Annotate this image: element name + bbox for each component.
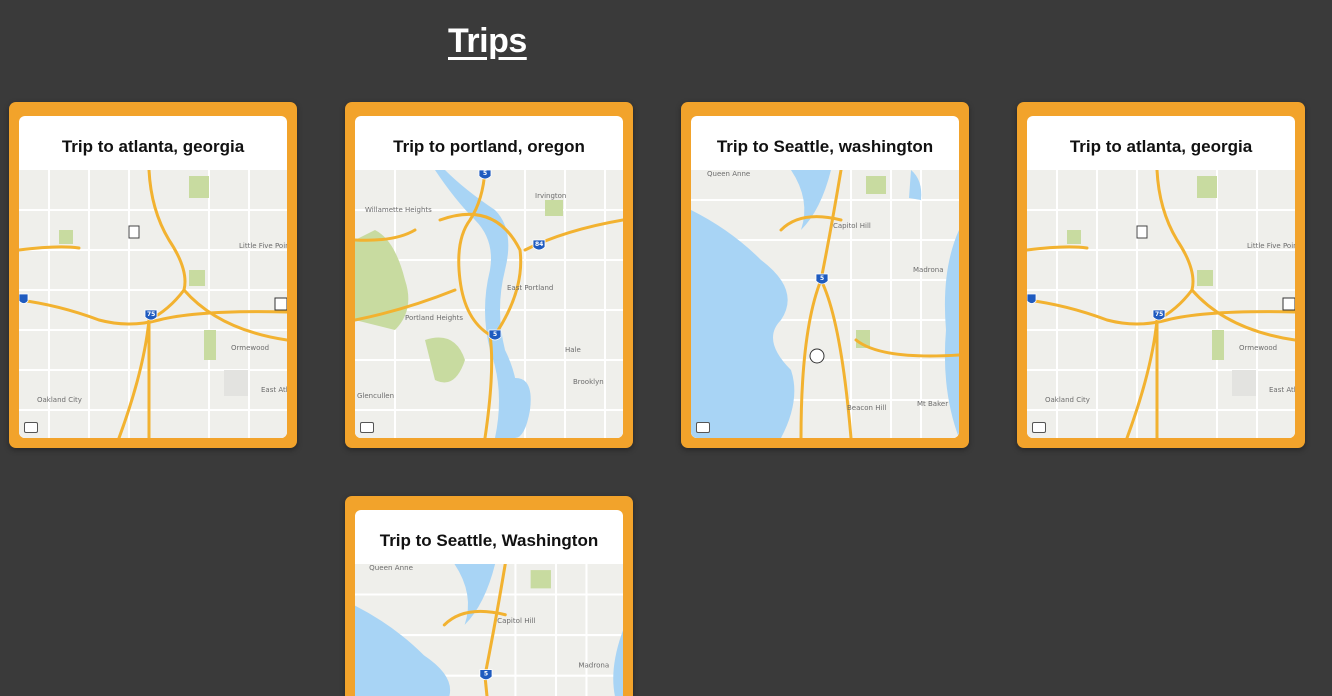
map-graphic: 5 84 5 Willamette Heights Irvington East… (355, 170, 623, 438)
svg-text:Mt Baker: Mt Baker (917, 400, 948, 408)
svg-text:Portland Heights: Portland Heights (405, 314, 463, 322)
trip-card-body: Trip to Seattle, washington 5 Queen Anne… (691, 116, 959, 438)
svg-text:Little Five Points: Little Five Points (239, 242, 287, 250)
trip-card-seattle-2[interactable]: Trip to Seattle, Washington 5 Queen Anne… (345, 496, 633, 696)
interstate-shield-5: 5 (478, 170, 492, 180)
trip-map[interactable]: 75 Little Five Points Ormewood Oakland C… (1027, 170, 1295, 438)
svg-text:5: 5 (483, 170, 487, 177)
trip-card-atlanta-2[interactable]: Trip to atlanta, georgia 75 Little Five … (1017, 102, 1305, 448)
interstate-shield-5: 5 (815, 273, 829, 285)
trip-map[interactable]: 5 Queen Anne Capitol Hill Madrona (355, 564, 623, 696)
map-graphic: 75 Little Five Points Ormewood Oakland C… (19, 170, 287, 438)
svg-text:Oakland City: Oakland City (37, 396, 82, 404)
interstate-shield-75: 75 (144, 309, 158, 321)
trip-card-body: Trip to atlanta, georgia 75 Little Five … (19, 116, 287, 438)
trip-card-title: Trip to Seattle, washington (716, 137, 934, 156)
svg-text:Capitol Hill: Capitol Hill (497, 616, 535, 625)
trip-card-title: Trip to atlanta, georgia (61, 137, 245, 156)
svg-text:Madrona: Madrona (913, 266, 944, 274)
interstate-shield-20 (19, 293, 29, 304)
trip-card-seattle[interactable]: Trip to Seattle, washington 5 Queen Anne… (681, 102, 969, 448)
svg-text:75: 75 (1155, 311, 1163, 318)
trip-card-atlanta[interactable]: Trip to atlanta, georgia 75 Little Five … (9, 102, 297, 448)
svg-text:East Portland: East Portland (507, 284, 553, 292)
interstate-shield-5: 5 (479, 669, 493, 681)
page-title: Trips (448, 22, 527, 60)
trip-card-body: Trip to atlanta, georgia 75 Little Five … (1027, 116, 1295, 438)
trip-map[interactable]: 5 Queen Anne Capitol Hill Madrona Beacon… (691, 170, 959, 438)
svg-text:East Atlanta: East Atlanta (1269, 386, 1295, 394)
interstate-shield-20 (1027, 293, 1037, 304)
trip-card-title: Trip to portland, oregon (393, 137, 585, 156)
trip-card-body: Trip to portland, oregon 5 84 5 Willamet… (355, 116, 623, 438)
svg-text:Capitol Hill: Capitol Hill (833, 222, 871, 230)
svg-text:5: 5 (493, 331, 497, 338)
trip-card-body: Trip to Seattle, Washington 5 Queen Anne… (355, 510, 623, 696)
map-graphic: 5 Queen Anne Capitol Hill Madrona Beacon… (691, 170, 959, 438)
svg-text:Oakland City: Oakland City (1045, 396, 1090, 404)
map-layers-icon[interactable] (1032, 422, 1046, 433)
trip-map[interactable]: 5 84 5 Willamette Heights Irvington East… (355, 170, 623, 438)
svg-text:Beacon Hill: Beacon Hill (847, 404, 886, 412)
svg-text:Hale: Hale (565, 346, 581, 354)
svg-text:Ormewood: Ormewood (231, 344, 269, 352)
svg-text:Brooklyn: Brooklyn (573, 378, 604, 386)
svg-text:5: 5 (820, 275, 824, 282)
svg-text:Ormewood: Ormewood (1239, 344, 1277, 352)
svg-text:84: 84 (535, 241, 543, 248)
svg-text:75: 75 (147, 311, 155, 318)
trip-card-portland[interactable]: Trip to portland, oregon 5 84 5 Willamet… (345, 102, 633, 448)
interstate-shield-84: 84 (532, 239, 546, 251)
trip-map[interactable]: 75 Little Five Points Ormewood Oakland C… (19, 170, 287, 438)
interstate-shield-75: 75 (1152, 309, 1166, 321)
trip-card-title: Trip to atlanta, georgia (1069, 137, 1253, 156)
map-graphic: 5 Queen Anne Capitol Hill Madrona (355, 564, 623, 696)
svg-text:5: 5 (484, 671, 488, 678)
svg-text:Willamette Heights: Willamette Heights (365, 206, 432, 214)
trip-card-title: Trip to Seattle, Washington (379, 531, 599, 550)
map-layers-icon[interactable] (360, 422, 374, 433)
svg-text:East Atlanta: East Atlanta (261, 386, 287, 394)
svg-text:Irvington: Irvington (535, 192, 566, 200)
map-layers-icon[interactable] (696, 422, 710, 433)
svg-text:Queen Anne: Queen Anne (707, 170, 750, 178)
svg-text:Queen Anne: Queen Anne (369, 564, 413, 572)
map-graphic: 75 Little Five Points Ormewood Oakland C… (1027, 170, 1295, 438)
interstate-shield-5b: 5 (488, 329, 502, 341)
svg-text:Little Five Points: Little Five Points (1247, 242, 1295, 250)
map-layers-icon[interactable] (24, 422, 38, 433)
svg-text:Madrona: Madrona (578, 661, 609, 670)
svg-text:Glencullen: Glencullen (357, 392, 394, 400)
